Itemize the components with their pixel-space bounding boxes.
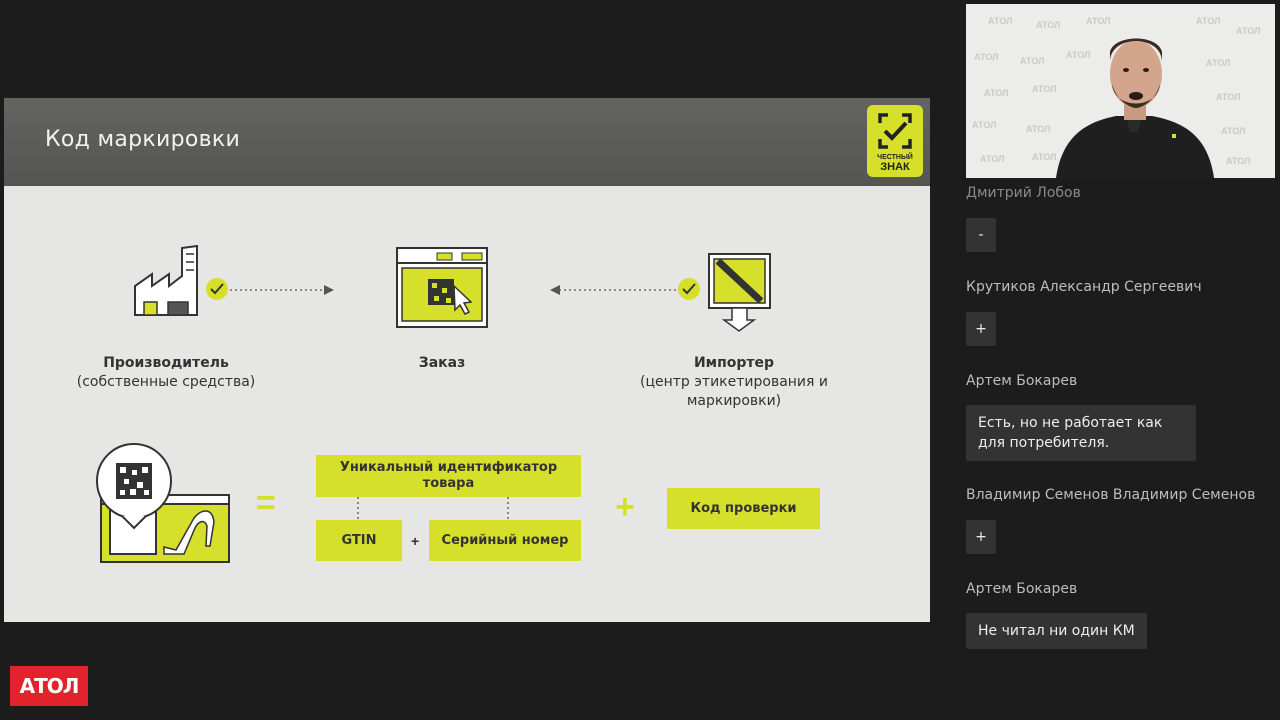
- arrow-left-icon: [550, 285, 560, 295]
- svg-text:АТОЛ: АТОЛ: [1032, 152, 1056, 162]
- svg-text:АТОЛ: АТОЛ: [974, 52, 998, 62]
- check-icon: [206, 278, 228, 300]
- chat-message-3: Есть, но не работает как для потребителя…: [966, 405, 1196, 461]
- producer-sub: (собственные средства): [76, 374, 256, 390]
- plus-big: +: [615, 488, 635, 526]
- svg-text:АТОЛ: АТОЛ: [1020, 56, 1044, 66]
- factory-icon: [134, 244, 198, 316]
- serial-box: Серийный номер: [429, 520, 581, 561]
- importer-label: Импортер (центр этикетирования и маркиро…: [634, 354, 834, 411]
- order-window-icon: [396, 247, 488, 328]
- chat-message-2: +: [966, 312, 996, 346]
- presentation-slide: Код маркировки ЧЕСТНЫЙ ЗНАК Производител…: [4, 98, 930, 622]
- presenter-video[interactable]: АТОЛ АТОЛ АТОЛ АТОЛ АТОЛ АТОЛ АТОЛ АТОЛ АТОЛ АТ…: [966, 4, 1275, 178]
- svg-text:АТОЛ: АТОЛ: [1226, 156, 1250, 166]
- atol-logo: АТОЛ: [10, 666, 88, 706]
- svg-text:АТОЛ: АТОЛ: [1086, 16, 1110, 26]
- arrow-right-icon: [324, 285, 334, 295]
- svg-text:АТОЛ: АТОЛ: [988, 16, 1012, 26]
- order-label: Заказ: [392, 354, 492, 373]
- chat-author-3: Артем Бокарев: [966, 373, 1078, 389]
- unique-id-box: Уникальный идентификатор товара: [316, 455, 581, 497]
- chat-author-5: Артем Бокарев: [966, 581, 1078, 597]
- check-code-box: Код проверки: [667, 488, 820, 529]
- svg-text:АТОЛ: АТОЛ: [1196, 16, 1220, 26]
- chat-author-2: Крутиков Александр Сергеевич: [966, 279, 1202, 295]
- svg-text:АТОЛ: АТОЛ: [1066, 50, 1090, 60]
- importer-name: Импортер: [693, 355, 775, 371]
- chat-author-1: Дмитрий Лобов: [966, 185, 1081, 201]
- svg-text:АТОЛ: АТОЛ: [1026, 124, 1050, 134]
- svg-text:АТОЛ: АТОЛ: [1206, 58, 1230, 68]
- chat-message-1: -: [966, 218, 996, 252]
- svg-text:АТОЛ: АТОЛ: [1216, 92, 1240, 102]
- chat-message-4: +: [966, 520, 996, 554]
- presenter-video-frame: АТОЛ АТОЛ АТОЛ АТОЛ АТОЛ АТОЛ АТОЛ АТОЛ АТОЛ АТ…: [966, 4, 1275, 178]
- producer-name: Производитель: [103, 355, 229, 371]
- product-box-icon: [96, 443, 230, 563]
- importer-icon: [708, 253, 771, 332]
- producer-label: Производитель (собственные средства): [66, 354, 266, 392]
- check-icon-2: [678, 278, 700, 300]
- svg-text:АТОЛ: АТОЛ: [1221, 126, 1245, 136]
- order-name: Заказ: [418, 355, 466, 371]
- equals-sign: =: [256, 484, 276, 522]
- svg-text:АТОЛ: АТОЛ: [1236, 26, 1260, 36]
- svg-text:АТОЛ: АТОЛ: [984, 88, 1008, 98]
- chat-author-4: Владимир Семенов Владимир Семенов: [966, 487, 1256, 503]
- svg-text:АТОЛ: АТОЛ: [972, 120, 996, 130]
- svg-text:АТОЛ: АТОЛ: [1032, 84, 1056, 94]
- importer-sub: (центр этикетирования и маркировки): [639, 374, 828, 409]
- gtin-box: GTIN: [316, 520, 402, 561]
- chat-message-5: Не читал ни один КМ: [966, 613, 1147, 649]
- svg-text:АТОЛ: АТОЛ: [980, 154, 1004, 164]
- svg-text:АТОЛ: АТОЛ: [1036, 20, 1060, 30]
- plus-small: +: [411, 533, 420, 549]
